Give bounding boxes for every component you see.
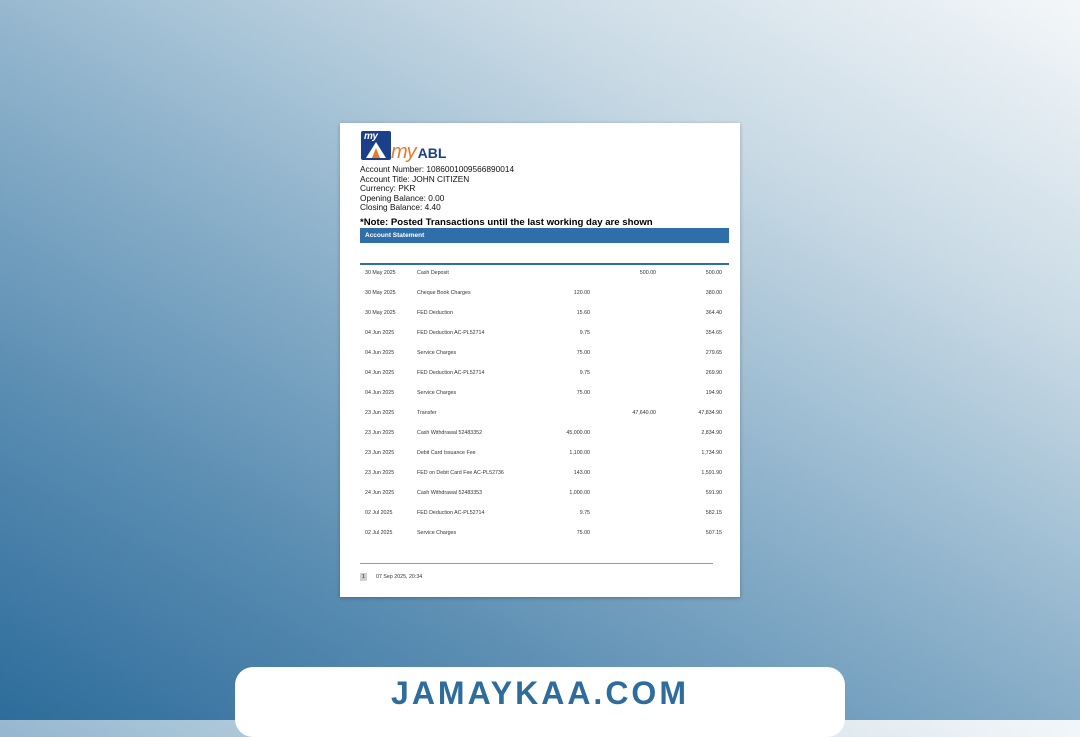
transaction-balance: 1,591.90 bbox=[701, 470, 722, 476]
transaction-debit: 15.60 bbox=[576, 310, 590, 316]
transaction-balance: 354.65 bbox=[705, 330, 722, 336]
table-row: 04 Jun 2025 Service Charges 75.00 279.65 bbox=[360, 348, 729, 368]
transaction-description: Transfer bbox=[417, 410, 437, 416]
watermark-text: JAMAYKAA.COM bbox=[391, 675, 689, 711]
transaction-description: FED Deduction AC-PL52714 bbox=[417, 510, 485, 516]
closing-balance: Closing Balance: 4.40 bbox=[360, 202, 441, 213]
account-statement-document: my my ABL Account Number: 108600100956689… bbox=[340, 123, 740, 597]
transaction-debit: 143.00 bbox=[573, 470, 590, 476]
transaction-date: 04 Jun 2025 bbox=[365, 390, 395, 396]
transaction-balance: 364.40 bbox=[705, 310, 722, 316]
transaction-balance: 1,734.90 bbox=[701, 450, 722, 456]
table-row: 23 Jun 2025 Cash Withdrawal 52483352 45,00… bbox=[360, 428, 729, 448]
transaction-debit: 1,000.00 bbox=[569, 490, 590, 496]
transaction-balance: 269.90 bbox=[705, 370, 722, 376]
transaction-balance: 380.00 bbox=[705, 290, 722, 296]
transaction-date: 23 Jun 2025 bbox=[365, 450, 395, 456]
transaction-date: 30 May 2025 bbox=[365, 270, 396, 276]
transaction-balance: 47,834.90 bbox=[698, 410, 722, 416]
transaction-balance: 500.00 bbox=[705, 270, 722, 276]
transaction-description: FED Deduction AC-PL52714 bbox=[417, 330, 485, 336]
table-row: 04 Jun 2025 Service Charges 75.00 194.90 bbox=[360, 388, 729, 408]
transaction-description: FED Deduction AC-PL52714 bbox=[417, 370, 485, 376]
transaction-date: 04 Jun 2025 bbox=[365, 350, 395, 356]
transaction-credit: 500.00 bbox=[639, 270, 656, 276]
logo-wordmark: my ABL bbox=[391, 141, 446, 164]
transaction-date: 23 Jun 2025 bbox=[365, 410, 395, 416]
myabl-logo-badge: my bbox=[361, 131, 391, 160]
table-top-rule bbox=[360, 263, 729, 265]
table-row: 02 Jul 2025 FED Deduction AC-PL52714 9.75 5… bbox=[360, 508, 729, 528]
transaction-debit: 9.75 bbox=[579, 370, 590, 376]
transaction-debit: 9.75 bbox=[579, 330, 590, 336]
transaction-balance: 2,834.90 bbox=[701, 430, 722, 436]
transaction-credit: 47,640.00 bbox=[632, 410, 656, 416]
table-row: 30 May 2025 Cheque Book Charges 120.00 380.… bbox=[360, 288, 729, 308]
transaction-description: Service Charges bbox=[417, 530, 457, 536]
transaction-description: FED on Debit Card Fee AC-PL52736 bbox=[417, 470, 504, 476]
transaction-debit: 75.00 bbox=[576, 530, 590, 536]
transaction-description: Service Charges bbox=[417, 350, 457, 356]
transaction-description: Cheque Book Charges bbox=[417, 290, 471, 296]
transaction-debit: 75.00 bbox=[576, 350, 590, 356]
table-row: 30 May 2025 Cash Deposit 500.00 500.00 bbox=[360, 268, 729, 288]
transaction-debit: 75.00 bbox=[576, 390, 590, 396]
transaction-date: 02 Jul 2025 bbox=[365, 530, 393, 536]
account-statement-header: Account Statement bbox=[360, 228, 729, 243]
transaction-balance: 279.65 bbox=[705, 350, 722, 356]
transaction-date: 23 Jun 2025 bbox=[365, 430, 395, 436]
logo-word-my: my bbox=[391, 141, 417, 163]
transaction-debit: 9.75 bbox=[579, 510, 590, 516]
transaction-date: 04 Jun 2025 bbox=[365, 330, 395, 336]
transaction-description: Debit Card Issuance Fee bbox=[417, 450, 476, 456]
page-number: 1 bbox=[360, 573, 367, 581]
table-row: 23 Jun 2025 Transfer 47,640.00 47,834.90 bbox=[360, 408, 729, 428]
generated-timestamp: 07 Sep 2025, 20:34 bbox=[376, 574, 423, 580]
table-row: 24 Jun 2025 Cash Withdrawal 52483353 1,000… bbox=[360, 488, 729, 508]
transaction-balance: 194.90 bbox=[705, 390, 722, 396]
transaction-balance: 591.90 bbox=[705, 490, 722, 496]
posted-transactions-note: *Note: Posted Transactions until the las… bbox=[360, 217, 653, 228]
transaction-debit: 45,000.00 bbox=[566, 430, 590, 436]
table-row: 02 Jul 2025 Service Charges 75.00 507.15 bbox=[360, 528, 729, 548]
table-bottom-rule bbox=[360, 563, 713, 564]
table-row: 23 Jun 2025 FED on Debit Card Fee AC-PL52… bbox=[360, 468, 729, 488]
transaction-list: 30 May 2025 Cash Deposit 500.00 500.00 30 Ma… bbox=[360, 268, 729, 548]
transaction-date: 30 May 2025 bbox=[365, 290, 396, 296]
transaction-date: 04 Jun 2025 bbox=[365, 370, 395, 376]
table-row: 30 May 2025 FED Deduction 15.60 364.40 bbox=[360, 308, 729, 328]
table-row: 04 Jun 2025 FED Deduction AC-PL52714 9.75 3… bbox=[360, 328, 729, 348]
table-row: 23 Jun 2025 Debit Card Issuance Fee 1,100.… bbox=[360, 448, 729, 468]
transaction-debit: 1,100.00 bbox=[569, 450, 590, 456]
watermark-banner: JAMAYKAA.COM bbox=[235, 667, 845, 737]
transaction-description: Cash Deposit bbox=[417, 270, 449, 276]
transaction-description: FED Deduction bbox=[417, 310, 453, 316]
transaction-debit: 120.00 bbox=[573, 290, 590, 296]
myabl-logo: my my ABL bbox=[361, 131, 461, 165]
transaction-date: 24 Jun 2025 bbox=[365, 490, 395, 496]
transaction-date: 02 Jul 2025 bbox=[365, 510, 393, 516]
transaction-date: 23 Jun 2025 bbox=[365, 470, 395, 476]
logo-word-abl: ABL bbox=[417, 145, 447, 161]
transaction-description: Cash Withdrawal 52483352 bbox=[417, 430, 483, 436]
transaction-balance: 507.15 bbox=[705, 530, 722, 536]
logo-badge-text: my bbox=[364, 131, 378, 142]
transaction-description: Cash Withdrawal 52483353 bbox=[417, 490, 483, 496]
transaction-description: Service Charges bbox=[417, 390, 457, 396]
transaction-date: 30 May 2025 bbox=[365, 310, 396, 316]
transaction-balance: 582.15 bbox=[705, 510, 722, 516]
account-info: Account Number: 1086001009566890014 Acco… bbox=[360, 164, 514, 213]
table-row: 04 Jun 2025 FED Deduction AC-PL52714 9.75 2… bbox=[360, 368, 729, 388]
